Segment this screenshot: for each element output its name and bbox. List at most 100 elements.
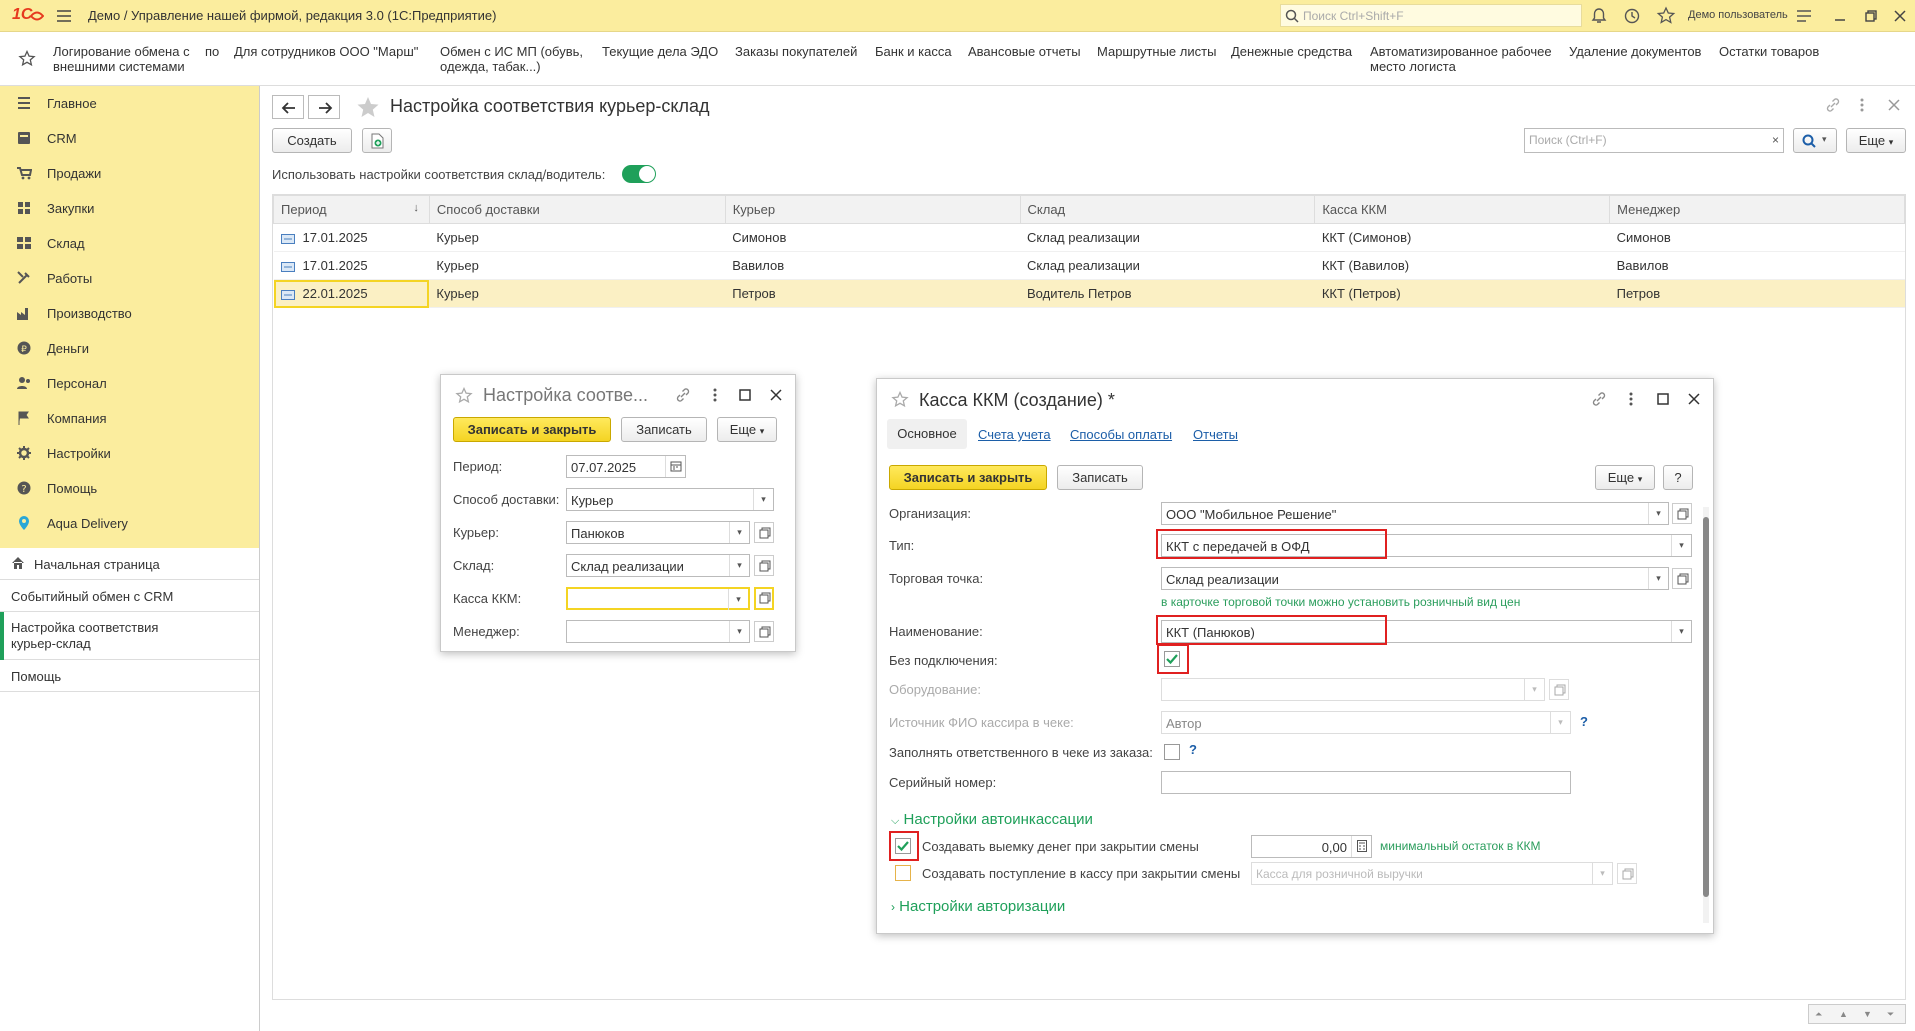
tab-main[interactable]: Основное	[887, 419, 967, 449]
favorites-panel-star-icon[interactable]	[18, 50, 36, 68]
table-row[interactable]: 17.01.2025 Курьер Вавилов Склад реализац…	[273, 251, 1905, 280]
more-button[interactable]: Еще ▾	[1595, 465, 1655, 490]
period-field[interactable]: 07.07.2025	[566, 455, 686, 478]
col-period[interactable]: Период ↓	[273, 195, 430, 224]
nav-personnel[interactable]: Персонал	[0, 366, 259, 401]
nav-main[interactable]: Главное	[0, 86, 259, 121]
auth-group[interactable]: › Настройки авторизации	[891, 898, 1065, 915]
section-link-advance-reports[interactable]: Авансовые отчеты	[968, 44, 1081, 59]
maximize-icon[interactable]	[739, 389, 751, 401]
table-row-selected[interactable]: 22.01.2025 Курьер Петров Водитель Петров…	[273, 279, 1905, 308]
open-org-icon[interactable]	[1672, 503, 1692, 524]
nav-help[interactable]: ? Помощь	[0, 471, 259, 506]
close-app-icon[interactable]	[1890, 6, 1910, 26]
search-button[interactable]: ▾	[1793, 128, 1837, 153]
section-link-delete-docs[interactable]: Удаление документов	[1569, 44, 1701, 59]
close-icon[interactable]	[1687, 392, 1701, 406]
withdraw-amount-field[interactable]: 0,00	[1251, 835, 1372, 858]
nav-sales[interactable]: Продажи	[0, 156, 259, 191]
col-manager[interactable]: Менеджер	[1609, 195, 1905, 224]
nav-works[interactable]: Работы	[0, 261, 259, 296]
global-search-input[interactable]: Поиск Ctrl+Shift+F	[1280, 4, 1582, 27]
user-name[interactable]: Демо пользователь	[1688, 9, 1788, 21]
section-link-po[interactable]: по	[205, 44, 219, 59]
link-icon[interactable]	[675, 387, 691, 403]
save-close-button[interactable]: Записать и закрыть	[453, 417, 611, 442]
list-search-input[interactable]: Поиск (Ctrl+F) ×	[1524, 128, 1784, 153]
open-kkm-icon[interactable]	[754, 587, 774, 610]
table-row[interactable]: 17.01.2025 Курьер Симонов Склад реализац…	[273, 223, 1905, 252]
more-vertical-icon[interactable]	[1627, 391, 1635, 407]
section-link-bank[interactable]: Банк и касса	[875, 44, 952, 59]
scroll-top-icon[interactable]: ⏶	[1815, 1009, 1822, 1020]
open-window-crm-exchange[interactable]: Событийный обмен с CRM	[0, 580, 259, 612]
nav-purchases[interactable]: Закупки	[0, 191, 259, 226]
save-close-button[interactable]: Записать и закрыть	[889, 465, 1047, 490]
delivery-field[interactable]: Курьер ▾	[566, 488, 774, 511]
warehouse-field[interactable]: Склад реализации ▾	[566, 554, 750, 577]
save-button[interactable]: Записать	[1057, 465, 1143, 490]
minimize-icon[interactable]	[1830, 6, 1850, 26]
history-icon[interactable]	[1622, 6, 1642, 26]
calendar-icon[interactable]	[665, 456, 685, 477]
tab-payment-methods[interactable]: Способы оплаты	[1070, 427, 1172, 442]
favorites-star-icon[interactable]	[1656, 6, 1676, 26]
open-window-help[interactable]: Помощь	[0, 660, 259, 692]
create-button[interactable]: Создать	[272, 128, 352, 153]
open-window-home[interactable]: Начальная страница	[0, 548, 259, 580]
section-link-is-mp[interactable]: Обмен с ИС МП (обувь, одежда, табак...)	[440, 44, 600, 74]
nav-warehouse[interactable]: Склад	[0, 226, 259, 261]
open-courier-icon[interactable]	[754, 522, 774, 543]
tab-accounts[interactable]: Счета учета	[978, 427, 1051, 442]
section-link-route-sheets[interactable]: Маршрутные листы	[1097, 44, 1216, 59]
link-icon[interactable]	[1825, 97, 1841, 113]
favorite-star-icon[interactable]	[455, 387, 473, 405]
scroll-up-icon[interactable]: ▲	[1839, 1009, 1848, 1019]
auto-collection-group[interactable]: ⌵ Настройки автоинкассации	[891, 811, 1093, 828]
cashier-help-icon[interactable]: ?	[1580, 714, 1588, 729]
point-field[interactable]: Склад реализации ▾	[1161, 567, 1669, 590]
use-settings-toggle[interactable]	[622, 165, 656, 183]
maximize-icon[interactable]	[1657, 393, 1669, 405]
save-button[interactable]: Записать	[621, 417, 707, 442]
menu-icon[interactable]	[56, 8, 72, 24]
org-field[interactable]: ООО "Мобильное Решение" ▾	[1161, 502, 1669, 525]
close-form-icon[interactable]	[1887, 98, 1901, 112]
nav-company[interactable]: Компания	[0, 401, 259, 436]
section-link-edo[interactable]: Текущие дела ЭДО	[602, 44, 718, 59]
link-icon[interactable]	[1591, 391, 1607, 407]
scroll-down-icon[interactable]: ▼	[1863, 1009, 1872, 1019]
forward-button[interactable]	[308, 95, 340, 119]
receipt-checkbox[interactable]	[895, 865, 911, 881]
settings-menu-icon[interactable]	[1794, 6, 1814, 26]
more-vertical-icon[interactable]	[711, 387, 719, 403]
serial-field[interactable]	[1161, 771, 1571, 794]
more-vertical-icon[interactable]	[1858, 97, 1866, 113]
favorite-star-icon[interactable]	[356, 96, 380, 118]
favorite-star-icon[interactable]	[891, 391, 909, 409]
courier-field[interactable]: Панюков ▾	[566, 521, 750, 544]
fill-resp-checkbox[interactable]	[1164, 744, 1180, 760]
section-link-money[interactable]: Денежные средства	[1231, 44, 1352, 59]
back-button[interactable]	[272, 95, 304, 119]
scroll-bottom-icon[interactable]: ⏷	[1887, 1009, 1894, 1020]
nav-settings[interactable]: Настройки	[0, 436, 259, 471]
nav-money[interactable]: ₽ Деньги	[0, 331, 259, 366]
manager-field[interactable]: ▾	[566, 620, 750, 643]
dialog-scrollbar[interactable]	[1703, 507, 1709, 923]
scrollbar-thumb[interactable]	[1703, 517, 1709, 897]
open-warehouse-icon[interactable]	[754, 555, 774, 576]
more-button[interactable]: Еще ▾	[1846, 128, 1906, 153]
nav-crm[interactable]: CRM	[0, 121, 259, 156]
section-link-exchange-log[interactable]: Логирование обмена с внешними системами	[53, 44, 198, 74]
copy-button[interactable]	[362, 128, 392, 153]
col-courier[interactable]: Курьер	[724, 195, 1021, 224]
more-button[interactable]: Еще ▾	[717, 417, 777, 442]
open-manager-icon[interactable]	[754, 621, 774, 642]
close-icon[interactable]	[769, 388, 783, 402]
kkm-field[interactable]: ▾	[566, 587, 750, 610]
section-link-employees[interactable]: Для сотрудников ООО "Марш"	[234, 44, 418, 59]
section-link-customer-orders[interactable]: Заказы покупателей	[735, 44, 857, 59]
open-point-icon[interactable]	[1672, 568, 1692, 589]
bell-icon[interactable]	[1589, 6, 1609, 26]
